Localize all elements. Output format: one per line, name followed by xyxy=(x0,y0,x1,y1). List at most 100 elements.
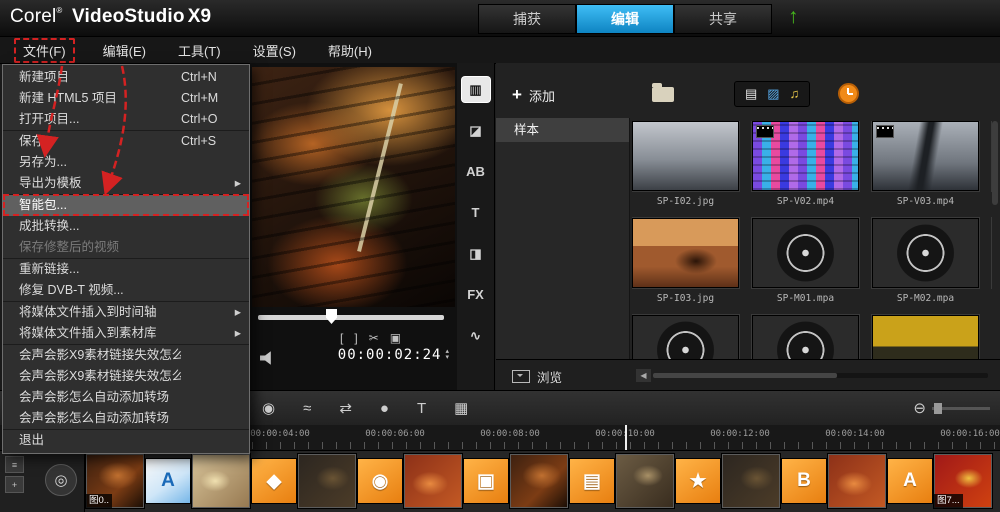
mode-tab[interactable]: 捕获 xyxy=(478,4,576,34)
library-thumbnail[interactable] xyxy=(752,218,859,288)
library-thumbnail[interactable] xyxy=(872,315,979,360)
show-audio-icon[interactable]: ♫ xyxy=(790,86,800,102)
show-photos-icon[interactable]: ▨ xyxy=(767,86,779,102)
seek-handle[interactable] xyxy=(326,309,337,324)
spinner-down-icon[interactable]: ▾ xyxy=(445,354,449,361)
timeline-clip[interactable]: ▣ xyxy=(463,458,509,504)
library-item[interactable] xyxy=(752,315,859,360)
zoom-out-icon[interactable]: ⊖ xyxy=(913,399,926,417)
volume-icon[interactable] xyxy=(260,351,271,365)
auto-transition-icon[interactable]: ⇄ xyxy=(339,399,352,417)
overlay-tab[interactable]: ◨ xyxy=(462,241,490,266)
file-menu-item[interactable]: 退出 xyxy=(3,429,249,451)
timeline-clip[interactable]: B xyxy=(781,458,827,504)
timeline-clip[interactable] xyxy=(191,453,251,509)
library-thumbnail[interactable] xyxy=(632,315,739,360)
timeline-clip[interactable]: ▤ xyxy=(569,458,615,504)
file-menu-item[interactable]: 会声会影怎么自动添加转场 xyxy=(3,387,249,408)
file-menu-item[interactable]: 导出为模板 ▸ xyxy=(3,173,249,194)
instant-project-tab[interactable]: ◪ xyxy=(462,118,490,143)
scrollbar-thumb[interactable] xyxy=(653,373,838,378)
timeline-clip[interactable]: 图7... xyxy=(933,453,993,509)
timeline-clip[interactable] xyxy=(509,453,569,509)
file-menu-item[interactable]: 重新链接... xyxy=(3,258,249,280)
upgrade-arrow-icon[interactable]: ↑ xyxy=(788,5,799,29)
library-scrollbar[interactable] xyxy=(992,121,998,205)
file-menu-item[interactable]: 会声会影X9素材链接失效怎么办 xyxy=(3,344,249,366)
timeline-clip[interactable]: 图0.. xyxy=(85,453,145,509)
library-item[interactable] xyxy=(632,315,739,360)
file-menu-item[interactable]: 会声会影怎么自动添加转场 xyxy=(3,408,249,429)
file-menu-item[interactable]: 会声会影X9素材链接失效怎么办 xyxy=(3,366,249,387)
file-menu-item[interactable]: 另存为... xyxy=(3,152,249,173)
library-thumbnail[interactable] xyxy=(632,121,739,191)
transition-tab[interactable]: AB xyxy=(462,159,490,184)
enlarge-button[interactable]: ▣ xyxy=(390,331,401,345)
track-manager-icon[interactable]: ◉ xyxy=(262,399,275,417)
library-item[interactable]: SP-M01.mpa xyxy=(752,218,859,305)
duration-clock-icon[interactable] xyxy=(838,83,859,104)
title-tab[interactable]: T xyxy=(462,200,490,225)
sound-mixer-icon[interactable]: ≈ xyxy=(303,400,311,417)
add-button[interactable]: + 添加 xyxy=(512,85,555,105)
timeline-clip[interactable]: A xyxy=(145,458,191,504)
show-videos-icon[interactable]: ▤ xyxy=(745,86,757,102)
library-thumbnail[interactable] xyxy=(872,121,979,191)
file-menu-item[interactable]: 保存 Ctrl+S xyxy=(3,130,249,152)
filter-tab[interactable]: FX xyxy=(462,282,490,307)
timeline-clip[interactable] xyxy=(615,453,675,509)
library-item[interactable] xyxy=(872,315,979,360)
mark-out-button[interactable]: ] xyxy=(354,331,357,345)
library-item[interactable]: SP-V02.mp4 xyxy=(752,121,859,208)
library-item[interactable]: SP-M02.mpa xyxy=(872,218,979,305)
file-menu-item[interactable]: 将媒体文件插入到素材库 ▸ xyxy=(3,323,249,344)
timeline-clip[interactable]: ◆ xyxy=(251,458,297,504)
gallery-item-sample[interactable]: 样本 xyxy=(496,118,629,142)
record-capture-icon[interactable]: ● xyxy=(380,400,389,417)
library-item[interactable]: SP-V03.mp4 xyxy=(872,121,979,208)
timeline-clip[interactable] xyxy=(297,453,357,509)
file-menu-item[interactable]: 修复 DVB-T 视频... xyxy=(3,280,249,301)
timeline-clip[interactable]: ◉ xyxy=(357,458,403,504)
library-thumbnail[interactable] xyxy=(752,315,859,360)
zoom-slider-thumb[interactable] xyxy=(934,403,942,414)
track-option-button[interactable]: ≡ xyxy=(5,456,24,473)
menu-bar-item[interactable]: 文件(F) xyxy=(14,37,75,63)
timeline-clip[interactable] xyxy=(403,453,463,509)
file-menu-item[interactable]: 保存修整后的视频 xyxy=(3,237,249,258)
scrollbar-track[interactable] xyxy=(653,373,988,378)
library-item[interactable]: SP-I03.jpg xyxy=(632,218,739,305)
seek-bar[interactable] xyxy=(258,315,444,320)
timeline-clip[interactable] xyxy=(827,453,887,509)
timeline-clip[interactable]: ★ xyxy=(675,458,721,504)
menu-bar-item[interactable]: 帮助(H) xyxy=(324,39,376,62)
library-thumbnail[interactable] xyxy=(752,121,859,191)
zoom-slider[interactable] xyxy=(932,403,990,414)
timeline-clip[interactable]: A xyxy=(887,458,933,504)
timecode-spinner[interactable]: ▴ ▾ xyxy=(445,348,449,361)
timeline-clip[interactable] xyxy=(721,453,781,509)
library-thumbnail[interactable] xyxy=(872,218,979,288)
menu-bar-item[interactable]: 编辑(E) xyxy=(99,39,150,62)
browse-button[interactable]: 浏览 xyxy=(512,367,562,386)
library-item[interactable]: SP-I02.jpg xyxy=(632,121,739,208)
library-hscrollbar[interactable]: ◀ xyxy=(636,369,988,382)
scroll-left-button[interactable]: ◀ xyxy=(636,369,651,382)
media-library-tab[interactable]: ▥ xyxy=(461,77,490,102)
subtitle-editor-icon[interactable]: T xyxy=(417,400,426,417)
cut-clip-button[interactable]: ✂ xyxy=(369,331,379,345)
mode-tab[interactable]: 编辑 xyxy=(576,4,674,34)
import-folder-icon[interactable] xyxy=(652,83,674,102)
mode-tab[interactable]: 共享 xyxy=(674,4,772,34)
menu-bar-item[interactable]: 工具(T) xyxy=(174,39,225,62)
grid-view-icon[interactable]: ▦ xyxy=(454,399,468,417)
file-menu-item[interactable]: 成批转换... xyxy=(3,216,249,237)
motion-path-tab[interactable]: ∿ xyxy=(462,323,490,348)
timecode-value[interactable]: 00:00:02:24 xyxy=(338,347,442,363)
file-menu-item[interactable]: 打开项目... Ctrl+O xyxy=(3,109,249,130)
file-menu-item[interactable]: 智能包... xyxy=(3,194,249,216)
file-menu-item[interactable]: 将媒体文件插入到时间轴 ▸ xyxy=(3,301,249,323)
mark-in-button[interactable]: [ xyxy=(340,331,343,345)
library-thumbnail[interactable] xyxy=(632,218,739,288)
video-track-icon[interactable]: ◎ xyxy=(45,464,77,496)
